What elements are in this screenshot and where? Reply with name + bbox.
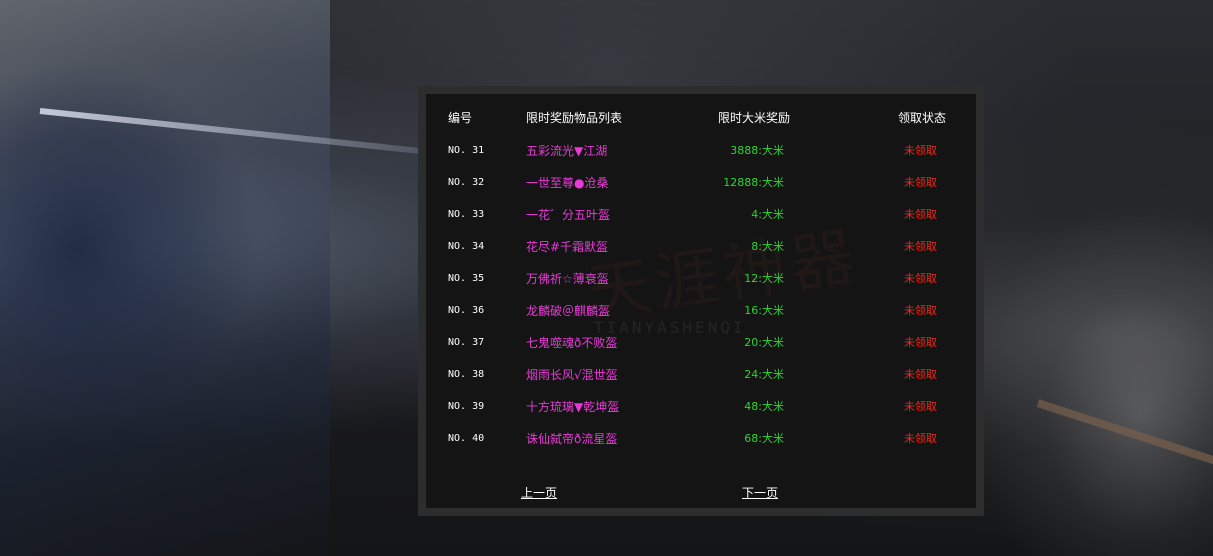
row-status: 未领取 <box>904 144 937 157</box>
header-status: 领取状态 <box>898 111 947 125</box>
row-reward: 20:大米 <box>744 336 784 349</box>
row-item: 七鬼噬魂ð不败盔 <box>526 336 618 350</box>
prev-page-link[interactable]: 上一页 <box>521 484 557 501</box>
row-status: 未领取 <box>904 176 937 189</box>
row-item: 花尽#千霜默盔 <box>526 240 609 254</box>
mist-decoration-right <box>973 200 1213 556</box>
header-reward: 限时大米奖励 <box>718 111 791 125</box>
row-item: 一世至尊●沧桑 <box>526 176 609 190</box>
row-status: 未领取 <box>904 400 937 413</box>
row-reward: 8:大米 <box>751 240 784 253</box>
row-status: 未领取 <box>904 368 937 381</box>
row-reward: 4:大米 <box>751 208 784 221</box>
row-number: NO. 36 <box>448 305 485 316</box>
row-number: NO. 33 <box>448 209 485 220</box>
row-reward: 68:大米 <box>744 432 784 445</box>
table-row: NO. 38 烟雨长风√混世盔 24:大米 未领取 <box>426 365 976 385</box>
table-row: NO. 37 七鬼噬魂ð不败盔 20:大米 未领取 <box>426 333 976 353</box>
row-reward: 12888:大米 <box>723 176 784 189</box>
row-status: 未领取 <box>904 432 937 445</box>
row-item: 万佛祈☆薄衰盔 <box>526 272 609 286</box>
row-number: NO. 31 <box>448 145 485 156</box>
table-row: NO. 39 十方琉璃▼乾坤盔 48:大米 未领取 <box>426 397 976 417</box>
table-row: NO. 34 花尽#千霜默盔 8:大米 未领取 <box>426 237 976 257</box>
header-number: 编号 <box>448 111 473 125</box>
row-number: NO. 40 <box>448 433 485 444</box>
header-items: 限时奖励物品列表 <box>526 111 623 125</box>
table-row: NO. 32 一世至尊●沧桑 12888:大米 未领取 <box>426 173 976 193</box>
row-item: 五彩流光▼江湖 <box>526 144 608 158</box>
row-item: 诛仙弑帝ð流星盔 <box>526 432 618 446</box>
row-item: 十方琉璃▼乾坤盔 <box>526 400 620 414</box>
table-row: NO. 40 诛仙弑帝ð流星盔 68:大米 未领取 <box>426 429 976 449</box>
next-page-link[interactable]: 下一页 <box>742 484 778 501</box>
row-item: 龙麟破＠麒麟盔 <box>526 304 611 318</box>
row-reward: 48:大米 <box>744 400 784 413</box>
page-background: 天涯神器 TIANYASHENQI 编号 限时奖励物品列表 限时大米奖励 领取状… <box>0 0 1213 556</box>
row-status: 未领取 <box>904 336 937 349</box>
table-row: NO. 33 一花゛分五叶盔 4:大米 未领取 <box>426 205 976 225</box>
row-reward: 24:大米 <box>744 368 784 381</box>
row-status: 未领取 <box>904 272 937 285</box>
row-item: 一花゛分五叶盔 <box>526 208 611 222</box>
table-row: NO. 31 五彩流光▼江湖 3888:大米 未领取 <box>426 141 976 161</box>
reward-panel: 天涯神器 TIANYASHENQI 编号 限时奖励物品列表 限时大米奖励 领取状… <box>418 86 984 516</box>
row-number: NO. 35 <box>448 273 485 284</box>
row-reward: 16:大米 <box>744 304 784 317</box>
row-status: 未领取 <box>904 240 937 253</box>
row-number: NO. 37 <box>448 337 485 348</box>
table-header: 编号 限时奖励物品列表 限时大米奖励 领取状态 <box>426 108 976 128</box>
row-number: NO. 32 <box>448 177 485 188</box>
row-reward: 12:大米 <box>744 272 784 285</box>
row-number: NO. 39 <box>448 401 485 412</box>
row-status: 未领取 <box>904 304 937 317</box>
row-number: NO. 34 <box>448 241 485 252</box>
table-row: NO. 35 万佛祈☆薄衰盔 12:大米 未领取 <box>426 269 976 289</box>
row-number: NO. 38 <box>448 369 485 380</box>
row-status: 未领取 <box>904 208 937 221</box>
row-item: 烟雨长风√混世盔 <box>526 368 618 382</box>
row-reward: 3888:大米 <box>730 144 784 157</box>
table-row: NO. 36 龙麟破＠麒麟盔 16:大米 未领取 <box>426 301 976 321</box>
